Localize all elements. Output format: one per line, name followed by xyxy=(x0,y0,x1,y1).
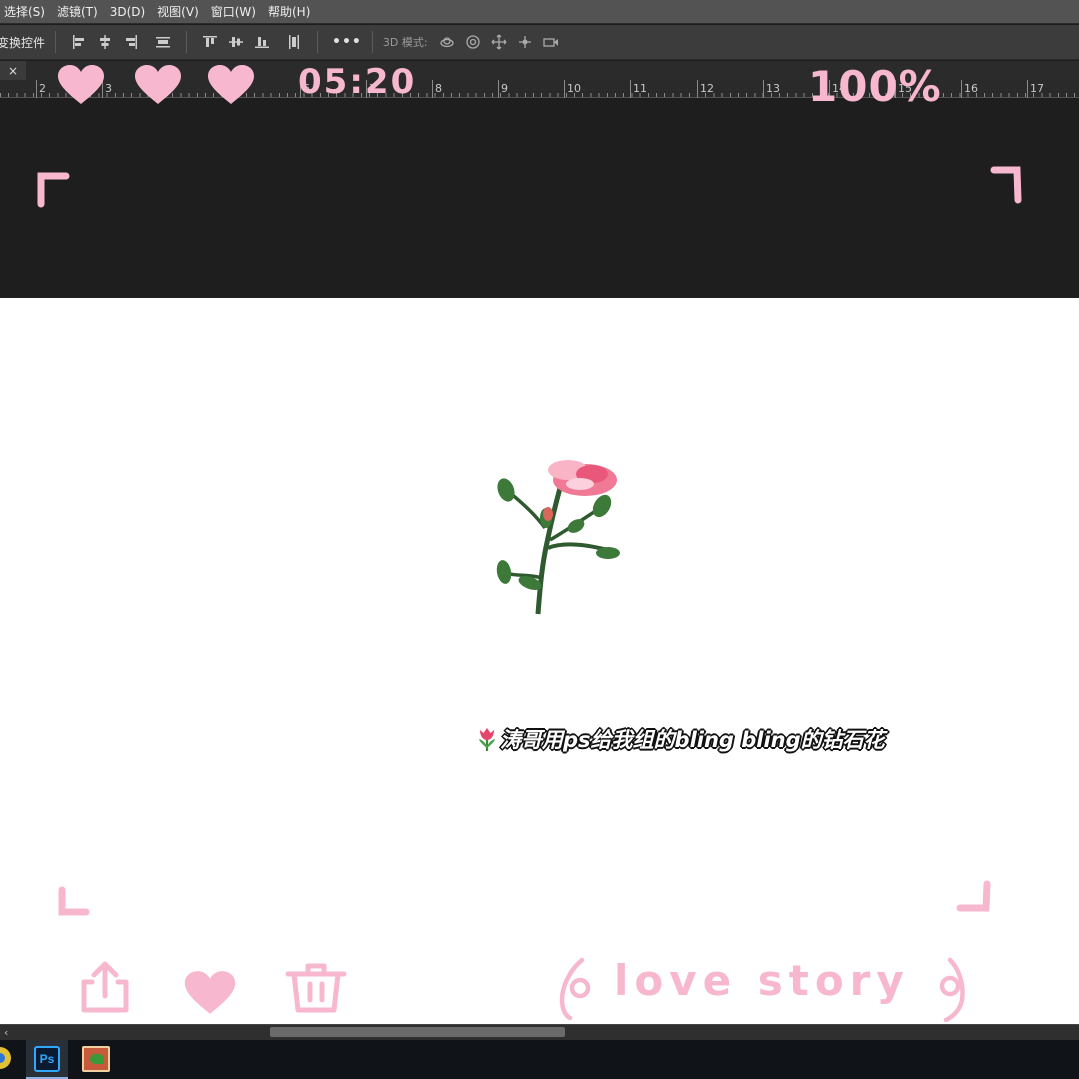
more-options-button[interactable]: ••• xyxy=(332,34,362,50)
ruler-tick xyxy=(564,80,565,98)
menu-filter[interactable]: 滤镜(T) xyxy=(57,3,98,20)
photoshop-window: 选择(S) 滤镜(T) 3D(D) 视图(V) 窗口(W) 帮助(H) 变换控件… xyxy=(0,0,1079,1079)
zoom-display: 100% xyxy=(808,62,942,111)
distribute-vertical-icon[interactable] xyxy=(283,31,305,53)
ruler-tick xyxy=(763,80,764,98)
align-right-icon[interactable] xyxy=(120,31,142,53)
options-bar: 变换控件 ••• 3D 模式: xyxy=(0,25,1079,60)
ruler-tick xyxy=(961,80,962,98)
menu-bar: 选择(S) 滤镜(T) 3D(D) 视图(V) 窗口(W) 帮助(H) xyxy=(0,0,1079,24)
taskbar xyxy=(0,1040,1079,1079)
ruler-tick xyxy=(697,80,698,98)
slide-3d-icon[interactable] xyxy=(514,31,536,53)
align-vcenter-icon[interactable] xyxy=(225,31,247,53)
distribute-icon[interactable] xyxy=(152,31,174,53)
ruler-tick xyxy=(498,80,499,98)
ruler-label: 2 xyxy=(39,82,46,95)
transform-controls-label[interactable]: 变换控件 xyxy=(0,34,45,51)
scroll-thumb[interactable] xyxy=(270,1027,565,1037)
align-bottom-icon[interactable] xyxy=(251,31,273,53)
ruler-label: 17 xyxy=(1030,82,1044,95)
ruler-tick xyxy=(1027,80,1028,98)
separator xyxy=(317,31,319,53)
3d-mode-label: 3D 模式: xyxy=(382,36,428,49)
menu-help[interactable]: 帮助(H) xyxy=(268,3,310,20)
horizontal-scrollbar[interactable]: ‹ xyxy=(0,1024,1079,1040)
scroll-left-icon[interactable]: ‹ xyxy=(4,1026,8,1039)
ruler-label: 11 xyxy=(633,82,647,95)
ruler-label: 13 xyxy=(766,82,780,95)
ruler-label: 16 xyxy=(964,82,978,95)
ruler-label: 8 xyxy=(435,82,442,95)
ruler-tick xyxy=(102,80,103,98)
ruler-label: 3 xyxy=(105,82,112,95)
ruler-tick xyxy=(36,80,37,98)
ruler-label: 9 xyxy=(501,82,508,95)
tulip-icon xyxy=(479,728,495,751)
document-canvas[interactable]: 涛哥用ps给我组的bling bling的钻石花 xyxy=(0,298,1079,1024)
menu-3d[interactable]: 3D(D) xyxy=(110,5,145,19)
ruler-label: 12 xyxy=(700,82,714,95)
taskbar-active-highlight xyxy=(26,1040,68,1079)
align-top-icon[interactable] xyxy=(199,31,221,53)
align-left-icon[interactable] xyxy=(68,31,90,53)
pan-3d-icon[interactable] xyxy=(488,31,510,53)
close-tab-button[interactable]: × xyxy=(0,61,26,80)
ruler-tick xyxy=(630,80,631,98)
love-story-text: love story xyxy=(614,956,910,1005)
pasteboard xyxy=(0,98,1079,298)
menu-view[interactable]: 视图(V) xyxy=(157,3,199,20)
time-display: 05:20 xyxy=(298,62,417,102)
separator xyxy=(371,31,373,53)
menu-window[interactable]: 窗口(W) xyxy=(211,3,256,20)
rose-icon xyxy=(496,460,620,615)
roll-3d-icon[interactable] xyxy=(462,31,484,53)
caption-text: 涛哥用ps给我组的bling bling的钻石花 xyxy=(500,728,885,752)
separator xyxy=(186,31,188,53)
ruler-tick xyxy=(432,80,433,98)
align-hcenter-icon[interactable] xyxy=(94,31,116,53)
orbit-3d-icon[interactable] xyxy=(436,31,458,53)
menu-select[interactable]: 选择(S) xyxy=(4,3,45,20)
separator xyxy=(55,31,57,53)
camera-3d-icon[interactable] xyxy=(540,31,562,53)
ruler-label: 10 xyxy=(567,82,581,95)
caption: 涛哥用ps给我组的bling bling的钻石花 xyxy=(476,723,885,755)
